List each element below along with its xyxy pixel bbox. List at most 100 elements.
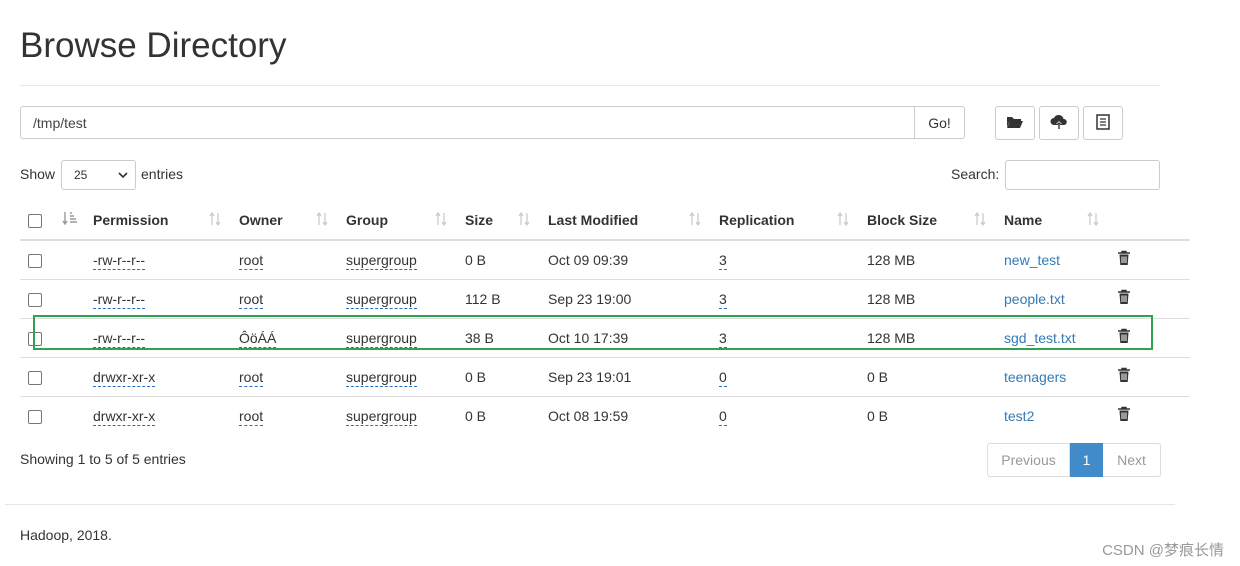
file-name-link[interactable]: test2 (1004, 408, 1034, 424)
block-size-cell: 128 MB (859, 278, 996, 318)
next-page-button[interactable]: Next (1103, 443, 1161, 477)
entries-label: entries (141, 166, 184, 182)
pagination-info: Showing 1 to 5 of 5 entries (20, 451, 186, 467)
header-actions (1109, 200, 1190, 241)
cut-paste-button[interactable] (1083, 106, 1123, 140)
replication-cell[interactable]: 3 (719, 251, 727, 270)
select-all-checkbox[interactable] (28, 213, 42, 228)
block-size-cell: 0 B (859, 356, 996, 396)
owner-cell[interactable]: root (239, 368, 264, 387)
modified-cell: Oct 10 17:39 (540, 317, 711, 357)
show-label: Show (20, 166, 56, 182)
sort-icon (689, 211, 701, 229)
trash-icon[interactable] (1117, 289, 1131, 308)
permission-cell[interactable]: -rw-r--r-- (93, 251, 146, 270)
folder-open-icon (1006, 115, 1024, 132)
header-size[interactable]: Size (457, 200, 540, 241)
file-name-link[interactable]: sgd_test.txt (1004, 330, 1076, 346)
sort-header[interactable] (54, 200, 85, 241)
header-last-modified[interactable]: Last Modified (540, 200, 711, 241)
file-table: Permission Owner Group Size Last Modifie… (20, 200, 1190, 435)
trash-icon[interactable] (1117, 328, 1131, 347)
search-input[interactable] (1005, 160, 1160, 190)
select-all-header[interactable] (20, 200, 54, 241)
row-checkbox[interactable] (28, 331, 42, 346)
replication-cell[interactable]: 3 (719, 290, 727, 309)
go-button[interactable]: Go! (915, 106, 965, 139)
table-row: -rw-r--r-- ÔöÁÁ supergroup 38 B Oct 10 1… (20, 317, 1190, 357)
header-block-size[interactable]: Block Size (859, 200, 996, 241)
block-size-cell: 0 B (859, 395, 996, 435)
file-name-link[interactable]: teenagers (1004, 369, 1066, 385)
search-label: Search: (951, 166, 1000, 182)
file-name-link[interactable]: people.txt (1004, 291, 1065, 307)
replication-cell[interactable]: 0 (719, 407, 727, 426)
permission-cell[interactable]: drwxr-xr-x (93, 407, 156, 426)
owner-cell[interactable]: root (239, 251, 264, 270)
owner-cell[interactable]: root (239, 290, 264, 309)
sort-icon (974, 211, 986, 229)
entries-select-value: 25 (74, 168, 88, 182)
modified-cell: Sep 23 19:00 (540, 278, 711, 318)
header-name[interactable]: Name (996, 200, 1109, 241)
chevron-down-icon (117, 169, 129, 184)
group-cell[interactable]: supergroup (346, 290, 417, 309)
block-size-cell: 128 MB (867, 251, 916, 268)
replication-cell[interactable]: 0 (719, 368, 727, 387)
sort-icon (435, 211, 447, 229)
list-icon (1096, 113, 1110, 133)
file-name-link[interactable]: new_test (1004, 252, 1060, 268)
page-1-button[interactable]: 1 (1070, 443, 1103, 477)
sort-icon (837, 211, 849, 229)
cloud-upload-icon (1050, 114, 1068, 133)
permission-cell[interactable]: drwxr-xr-x (93, 368, 156, 387)
sort-icon (209, 211, 221, 229)
header-owner[interactable]: Owner (231, 200, 338, 241)
watermark: CSDN @梦痕长情 (1102, 542, 1224, 559)
sort-icon (518, 211, 530, 229)
group-cell[interactable]: supergroup (346, 368, 417, 387)
page-title: Browse Directory (20, 26, 287, 65)
entries-per-page-select[interactable]: 25 (61, 160, 136, 190)
row-checkbox[interactable] (28, 253, 42, 268)
top-divider (20, 85, 1160, 86)
size-cell: 0 B (465, 251, 487, 268)
header-replication[interactable]: Replication (711, 200, 859, 241)
permission-cell[interactable]: -rw-r--r-- (93, 290, 146, 309)
upload-files-button[interactable] (1039, 106, 1079, 140)
footer-text: Hadoop, 2018. (20, 527, 112, 543)
row-checkbox[interactable] (28, 409, 42, 424)
group-cell[interactable]: supergroup (346, 407, 417, 426)
owner-cell[interactable]: root (239, 407, 264, 426)
path-bar: Go! (20, 106, 965, 139)
modified-cell: Oct 08 19:59 (540, 395, 711, 435)
table-row: -rw-r--r-- root supergroup 0 B Oct 09 09… (20, 240, 1190, 279)
table-row: -rw-r--r-- root supergroup 112 B Sep 23 … (20, 278, 1190, 318)
modified-cell: Oct 09 09:39 (548, 251, 629, 268)
sort-amount-icon (62, 212, 78, 228)
row-checkbox[interactable] (28, 292, 42, 307)
group-cell[interactable]: supergroup (346, 329, 417, 348)
table-header-row: Permission Owner Group Size Last Modifie… (20, 200, 1190, 241)
sort-icon (1087, 211, 1099, 229)
directory-path-input[interactable] (20, 106, 915, 139)
size-cell: 112 B (457, 278, 540, 318)
header-group[interactable]: Group (338, 200, 457, 241)
owner-cell[interactable]: ÔöÁÁ (239, 329, 277, 348)
row-checkbox[interactable] (28, 370, 42, 385)
trash-icon[interactable] (1117, 367, 1131, 386)
pagination: Previous 1 Next (987, 443, 1161, 477)
replication-cell[interactable]: 3 (719, 329, 727, 348)
block-size-cell: 128 MB (859, 317, 996, 357)
previous-page-button[interactable]: Previous (987, 443, 1070, 477)
trash-icon[interactable] (1117, 406, 1131, 425)
size-cell: 0 B (457, 395, 540, 435)
size-cell: 38 B (457, 317, 540, 357)
table-row: drwxr-xr-x root supergroup 0 B Oct 08 19… (20, 395, 1190, 435)
group-cell[interactable]: supergroup (346, 251, 417, 270)
create-directory-button[interactable] (995, 106, 1035, 140)
trash-icon[interactable] (1117, 250, 1131, 269)
permission-cell[interactable]: -rw-r--r-- (93, 329, 146, 348)
footer-divider (5, 504, 1175, 505)
header-permission[interactable]: Permission (85, 200, 231, 241)
